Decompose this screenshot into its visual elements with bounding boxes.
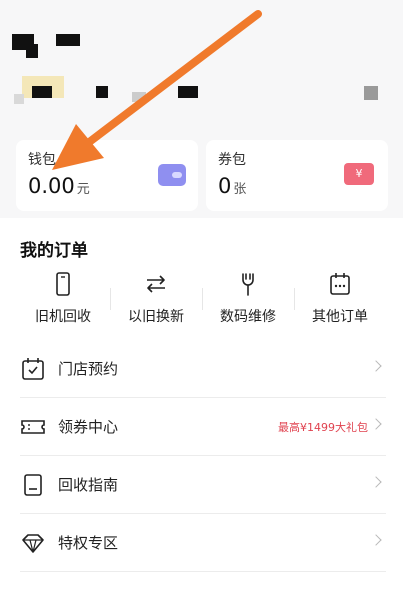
exchange-icon (147, 275, 165, 293)
chevron-right-icon (370, 418, 382, 430)
wallet-amount-unit: 元 (76, 182, 90, 197)
wallet-card[interactable]: 钱包 0.00 元 (16, 140, 198, 211)
wallet-amount-value: 0.00 (28, 174, 75, 198)
coupon-promo-text: 最高¥1499大礼包 (278, 421, 368, 434)
orders-title: 我的订单 (20, 241, 88, 261)
redacted-info-block (178, 86, 198, 98)
ticket-icon (21, 420, 45, 434)
order-item-recycle[interactable]: 旧机回收 (17, 270, 109, 330)
chevron-right-icon (370, 360, 382, 372)
order-item-repair[interactable]: 数码维修 (202, 270, 294, 330)
chevron-right-icon (370, 476, 382, 488)
diamond-icon (22, 534, 44, 553)
redacted-info-block (32, 86, 52, 98)
coupon-card[interactable]: 券包 0张 ¥ (206, 140, 388, 211)
menu-item-label: 领券中心 (58, 418, 119, 436)
coupon-ticket-icon: ¥ (344, 163, 374, 185)
calendar-icon (330, 273, 350, 295)
menu-item-store-booking[interactable]: 门店预约 (20, 340, 386, 398)
menu-item-label: 特权专区 (58, 534, 119, 552)
redacted-name-block (56, 34, 80, 46)
phone-icon (56, 272, 70, 296)
order-label: 数码维修 (220, 309, 276, 325)
coupon-amount: 0张 (218, 174, 246, 198)
order-item-trade-in[interactable]: 以旧换新 (110, 270, 202, 330)
wrench-icon (242, 273, 254, 296)
order-item-other[interactable]: 其他订单 (294, 270, 386, 330)
coupon-amount-value: 0 (218, 174, 232, 198)
order-label: 旧机回收 (35, 309, 91, 325)
redacted-info-block (132, 92, 146, 102)
menu-item-label: 门店预约 (58, 360, 119, 378)
redacted-info-block (14, 94, 24, 104)
order-label: 以旧换新 (128, 309, 184, 325)
menu-item-recycle-guide[interactable]: 回收指南 (20, 456, 386, 514)
profile-header (0, 0, 403, 138)
menu-item-coupon-center[interactable]: 领券中心 最高¥1499大礼包 (20, 398, 386, 456)
guide-icon (24, 474, 42, 496)
wallet-title: 钱包 (28, 152, 56, 168)
chevron-right-icon (370, 534, 382, 546)
wallet-amount: 0.00 元 (28, 174, 90, 198)
redacted-info-block (96, 86, 108, 98)
redacted-avatar-block (26, 44, 38, 58)
calendar-check-icon (22, 358, 44, 380)
coupon-title: 券包 (218, 152, 246, 168)
menu-item-privilege-zone[interactable]: 特权专区 (20, 514, 386, 572)
orders-panel: 我的订单 旧机回收 以旧换新 数码维修 其他订单 门店预约 领券中心 最高¥14… (0, 218, 403, 600)
wallet-icon (158, 164, 186, 186)
redacted-info-block (364, 86, 378, 100)
coupon-amount-unit: 张 (233, 182, 247, 197)
menu-item-label: 回收指南 (58, 476, 119, 494)
order-label: 其他订单 (312, 309, 368, 325)
